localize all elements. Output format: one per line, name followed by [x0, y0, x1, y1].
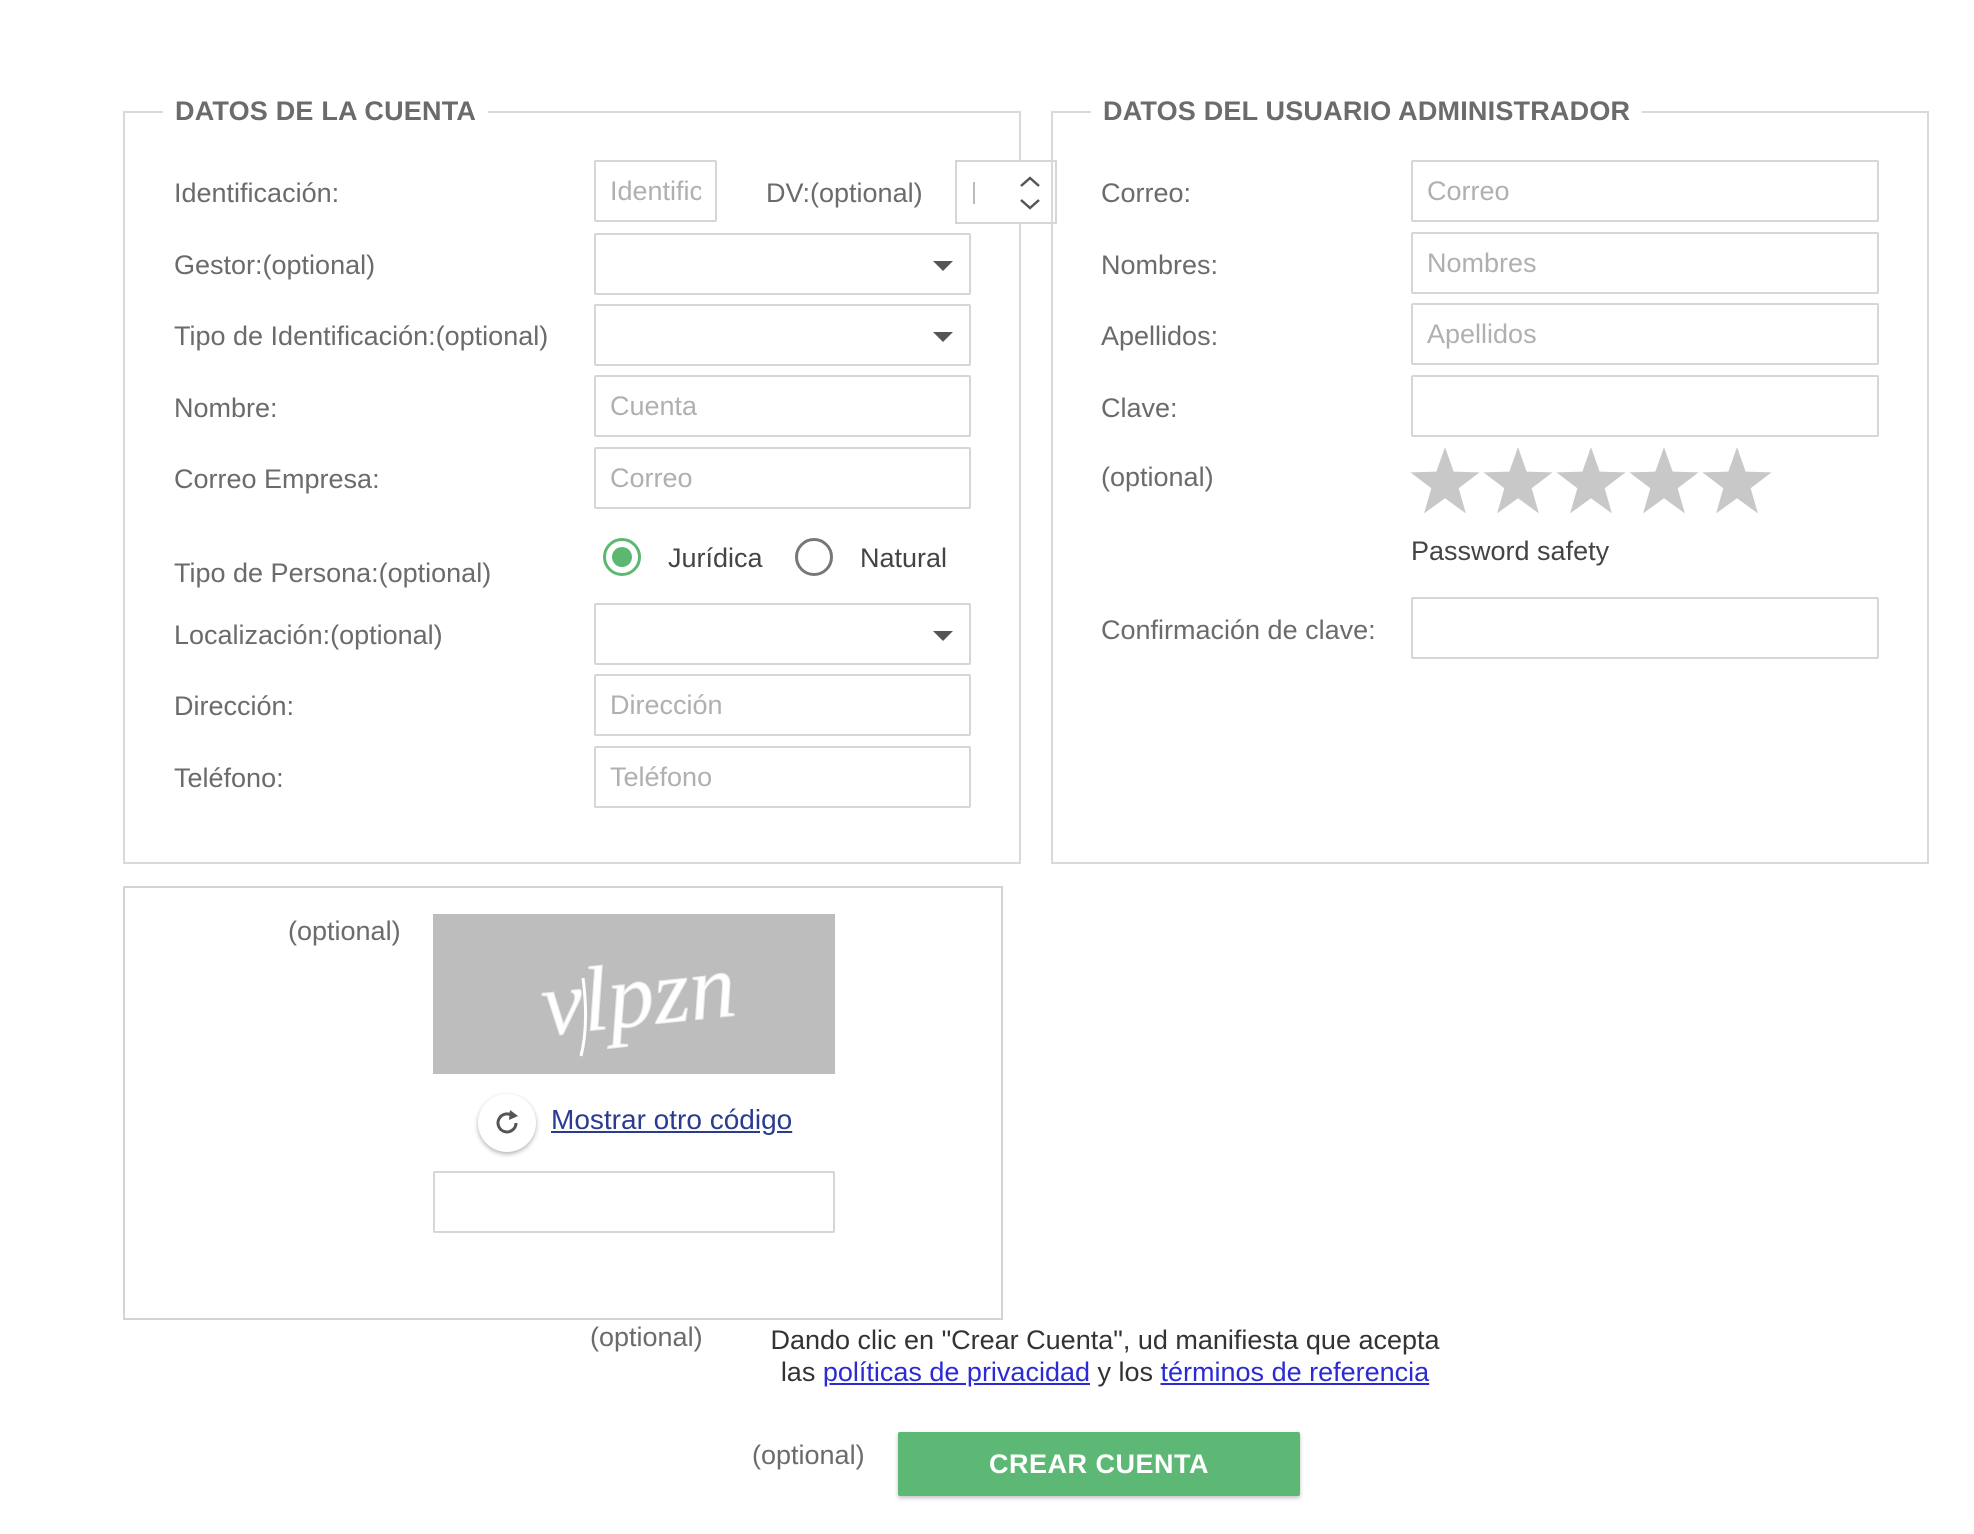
create-account-button[interactable]: CREAR CUENTA [898, 1432, 1300, 1496]
terms-text: Dando clic en "Crear Cuenta", ud manifie… [755, 1324, 1455, 1388]
correo-empresa-label: Correo Empresa: [174, 464, 380, 494]
password-safety-caption: Password safety [1411, 536, 1610, 566]
terms-line-2-prefix: las [780, 1357, 823, 1387]
star-icon [1410, 447, 1480, 514]
nombre-input[interactable] [594, 375, 971, 437]
show-other-code-link[interactable]: Mostrar otro código [551, 1106, 792, 1134]
dv-number-input[interactable] [955, 160, 1057, 224]
privacy-policy-link[interactable]: políticas de privacidad [823, 1357, 1090, 1387]
tipo-identificacion-label: Tipo de Identificación:(optional) [174, 321, 549, 351]
account-data-legend: DATOS DE LA CUENTA [175, 96, 477, 126]
direccion-input[interactable] [594, 674, 971, 736]
admin-apellidos-input[interactable] [1411, 303, 1879, 365]
captcha-input[interactable] [433, 1171, 835, 1233]
direccion-label: Dirección: [174, 691, 295, 721]
confirmacion-clave-input[interactable] [1411, 597, 1879, 659]
gestor-label: Gestor:(optional) [174, 250, 376, 280]
nombre-label: Nombre: [174, 393, 278, 423]
correo-empresa-input[interactable] [594, 447, 971, 509]
gestor-select[interactable] [594, 233, 971, 295]
chevron-down-icon [933, 261, 953, 271]
terms-line-1: Dando clic en "Crear Cuenta", ud manifie… [770, 1325, 1440, 1355]
identificacion-input[interactable] [594, 160, 717, 222]
captcha-text: vlpzn [536, 934, 740, 1056]
terms-line-2-mid: y los [1090, 1357, 1161, 1387]
admin-nombres-label: Nombres: [1101, 250, 1219, 280]
localizacion-label: Localización:(optional) [174, 620, 443, 650]
identificacion-label: Identificación: [174, 178, 340, 208]
admin-clave-input[interactable] [1411, 375, 1879, 437]
terms-line-2: las políticas de privacidad y los términ… [755, 1356, 1455, 1388]
star-icon [1702, 447, 1772, 514]
refresh-icon [496, 1110, 518, 1134]
admin-clave-label: Clave: [1101, 393, 1178, 423]
admin-correo-input[interactable] [1411, 160, 1879, 222]
tipo-persona-label: Tipo de Persona:(optional) [174, 558, 492, 588]
star-icon [1629, 447, 1699, 514]
terms-optional-label: (optional) [590, 1322, 703, 1352]
admin-nombres-input[interactable] [1411, 232, 1879, 294]
admin-correo-label: Correo: [1101, 178, 1192, 208]
radio-selected-dot [612, 547, 632, 567]
telefono-input[interactable] [594, 746, 971, 808]
chevron-down-icon [933, 332, 953, 342]
chevron-down-icon [933, 631, 953, 641]
telefono-label: Teléfono: [174, 763, 284, 793]
captcha-image: vlpzn [433, 914, 835, 1074]
refresh-captcha-button[interactable] [478, 1094, 536, 1152]
radio-juridica[interactable] [603, 538, 641, 576]
radio-natural-label[interactable]: Natural [860, 545, 947, 572]
admin-user-legend: DATOS DEL USUARIO ADMINISTRADOR [1103, 96, 1631, 126]
admin-apellidos-label: Apellidos: [1101, 321, 1219, 351]
captcha-optional-label: (optional) [288, 916, 401, 946]
localizacion-select[interactable] [594, 603, 971, 665]
terms-of-reference-link[interactable]: términos de referencia [1161, 1357, 1430, 1387]
spinner-arrows-icon[interactable] [1013, 170, 1047, 216]
submit-optional-label: (optional) [752, 1440, 865, 1470]
star-icon [1556, 447, 1626, 514]
star-icon [1483, 447, 1553, 514]
confirmacion-clave-label: Confirmación de clave: [1101, 615, 1376, 645]
password-strength-label: (optional) [1101, 462, 1214, 492]
radio-natural[interactable] [795, 538, 833, 576]
radio-juridica-label[interactable]: Jurídica [668, 545, 763, 572]
password-strength-rating [1409, 445, 1775, 517]
dv-cursor [973, 182, 975, 204]
captcha-text-graphic: vlpzn [536, 933, 741, 1057]
dv-label: DV:(optional) [766, 178, 923, 208]
tipo-identificacion-select[interactable] [594, 304, 971, 366]
